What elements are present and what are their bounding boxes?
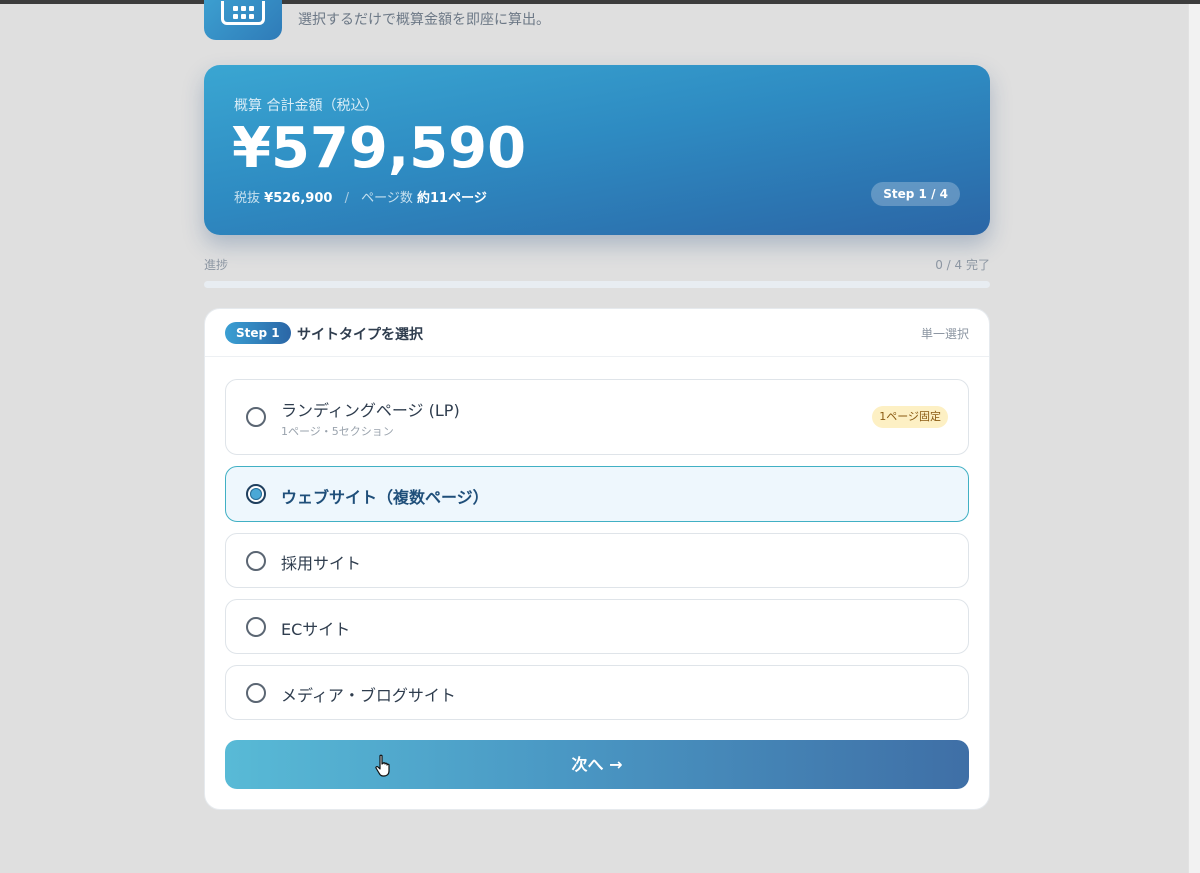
progress-bar bbox=[204, 281, 990, 288]
step-card: Step 1 サイトタイプを選択 単一選択 ランディングページ (LP) 1ペー… bbox=[204, 308, 990, 810]
radio-button[interactable] bbox=[246, 407, 266, 427]
step-indicator: Step 1 / 4 bbox=[871, 182, 960, 206]
tax-excluded-value: ¥526,900 bbox=[264, 191, 333, 206]
radio-button-selected[interactable] bbox=[246, 484, 266, 504]
calculator-icon bbox=[204, 0, 282, 40]
next-button[interactable]: 次へ → bbox=[225, 740, 969, 789]
progress-label: 進捗 bbox=[204, 258, 229, 272]
option-label: ウェブサイト（複数ページ） bbox=[281, 488, 489, 507]
option-label: メディア・ブログサイト bbox=[281, 686, 456, 705]
radio-button[interactable] bbox=[246, 617, 266, 637]
total-summary-card: 概算 合計金額（税込） ¥579,590 税抜 ¥526,900 / ページ数 … bbox=[204, 65, 990, 235]
step-header: Step 1 サイトタイプを選択 単一選択 bbox=[205, 309, 989, 357]
step-title: サイトタイプを選択 bbox=[297, 327, 423, 343]
option-media-blog[interactable]: メディア・ブログサイト bbox=[225, 665, 969, 720]
option-tag: 1ページ固定 bbox=[872, 406, 948, 428]
window-top-bar bbox=[0, 0, 1200, 4]
option-sub: 1ページ・5セクション bbox=[281, 425, 394, 438]
option-website[interactable]: ウェブサイト（複数ページ） bbox=[225, 466, 969, 522]
pages-value: 約11ページ bbox=[416, 191, 487, 206]
total-meta: 税抜 ¥526,900 / ページ数 約11ページ bbox=[234, 187, 487, 206]
option-label: 採用サイト bbox=[281, 554, 362, 573]
step-badge: Step 1 bbox=[225, 322, 291, 344]
progress-count: 0 / 4 完了 bbox=[935, 258, 990, 272]
radio-button[interactable] bbox=[246, 551, 266, 571]
total-amount: ¥579,590 bbox=[232, 116, 527, 181]
option-label: ECサイト bbox=[281, 620, 351, 639]
selection-mode: 単一選択 bbox=[920, 327, 969, 341]
option-recruit-site[interactable]: 採用サイト bbox=[225, 533, 969, 588]
scrollbar[interactable] bbox=[1188, 4, 1200, 873]
option-ec-site[interactable]: ECサイト bbox=[225, 599, 969, 654]
radio-button[interactable] bbox=[246, 683, 266, 703]
page-subtitle: 選択するだけで概算金額を即座に算出。 bbox=[298, 12, 550, 28]
total-label: 概算 合計金額（税込） bbox=[234, 98, 379, 114]
tax-excluded-label: 税抜 bbox=[234, 191, 261, 206]
meta-separator: / bbox=[344, 191, 349, 206]
option-landing-page[interactable]: ランディングページ (LP) 1ページ・5セクション 1ページ固定 bbox=[225, 379, 969, 455]
option-label: ランディングページ (LP) bbox=[281, 401, 460, 420]
pages-label: ページ数 bbox=[361, 191, 413, 206]
hand-cursor-icon bbox=[375, 754, 390, 777]
